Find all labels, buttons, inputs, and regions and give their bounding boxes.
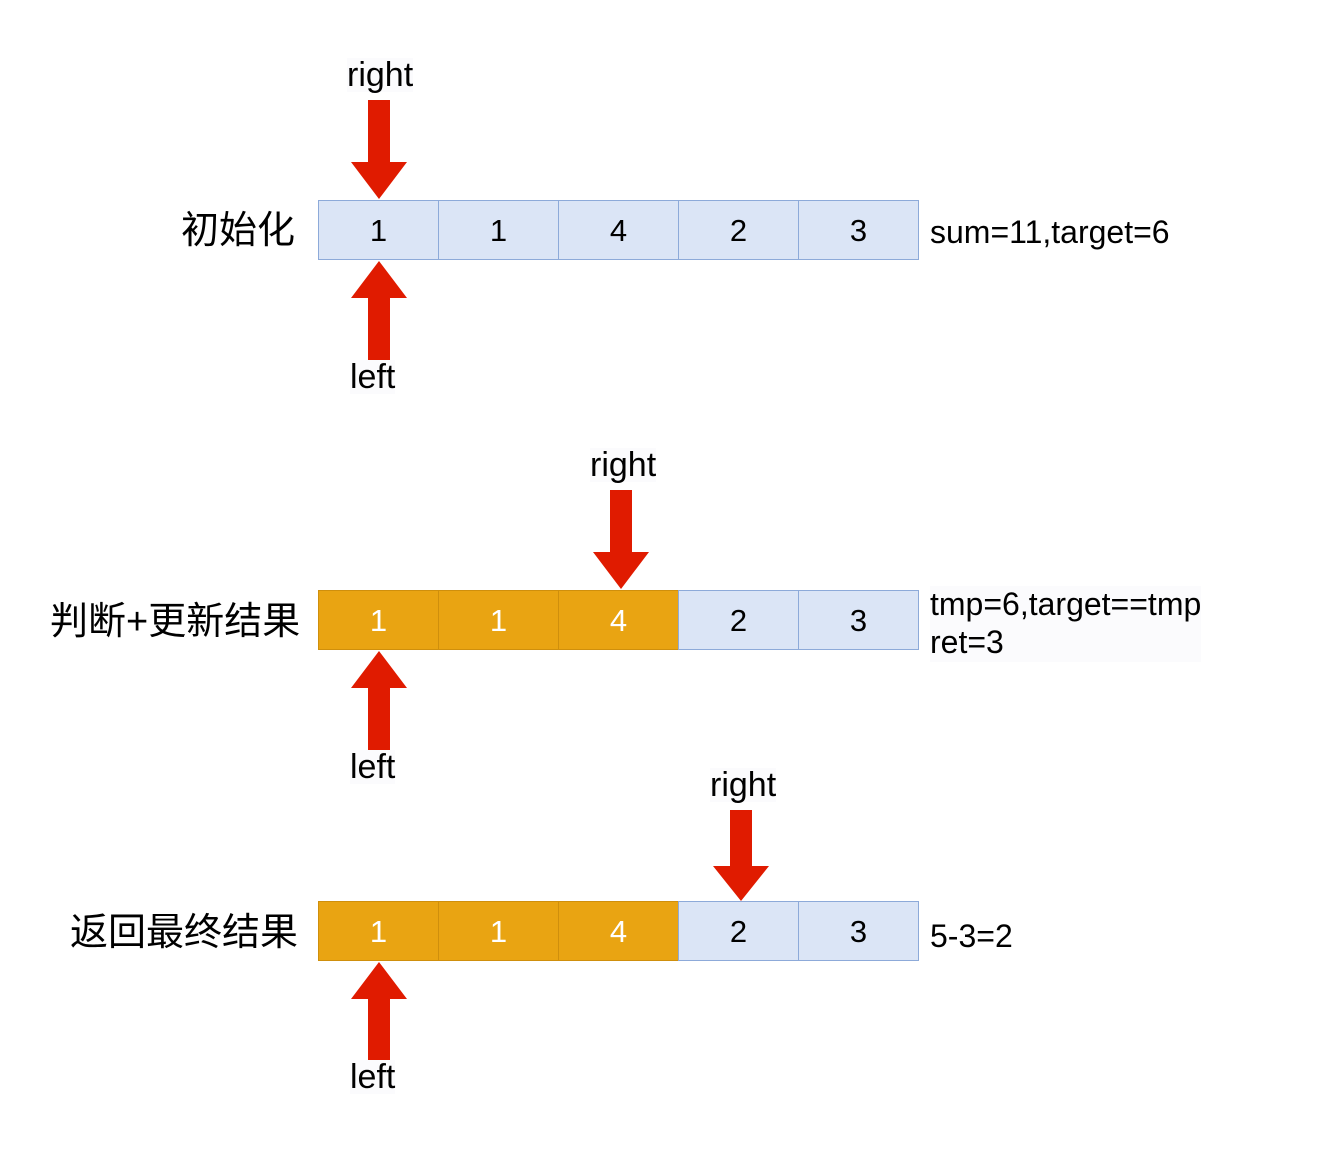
array-cell: 1 — [438, 200, 559, 260]
right-pointer-arrow-judge-update — [592, 490, 650, 590]
array-cell: 4 — [558, 590, 679, 650]
array-cell: 2 — [678, 200, 799, 260]
array-cell: 3 — [798, 901, 919, 961]
left-pointer-label-init: left — [350, 358, 396, 396]
array-cell: 3 — [798, 200, 919, 260]
left-pointer-arrow-judge-update — [350, 650, 408, 750]
note-init: sum=11,target=6 — [930, 214, 1170, 250]
note-final-result: 5-3=2 — [930, 918, 1013, 954]
array-final-result: 1 1 4 2 3 — [318, 901, 919, 961]
array-cell: 2 — [678, 590, 799, 650]
left-pointer-label-final-result: left — [350, 1058, 396, 1096]
right-pointer-arrow-init — [350, 100, 408, 200]
array-cell: 1 — [438, 590, 559, 650]
array-cell: 1 — [318, 200, 439, 260]
row-label-final-result: 返回最终结果 — [70, 912, 299, 954]
row-label-judge-update: 判断+更新结果 — [50, 601, 301, 643]
array-cell: 4 — [558, 200, 679, 260]
left-pointer-arrow-final-result — [350, 961, 408, 1061]
left-pointer-arrow-init — [350, 260, 408, 360]
row-label-init: 初始化 — [180, 210, 295, 252]
left-pointer-label-judge-update: left — [350, 748, 396, 786]
array-cell: 2 — [678, 901, 799, 961]
array-cell: 1 — [318, 901, 439, 961]
note-judge-update: tmp=6,target==tmp ret=3 — [930, 586, 1202, 662]
array-init: 1 1 4 2 3 — [318, 200, 919, 260]
array-judge-update: 1 1 4 2 3 — [318, 590, 919, 650]
right-pointer-label-final-result: right — [710, 766, 777, 804]
right-pointer-arrow-final-result — [712, 810, 770, 902]
array-cell: 4 — [558, 901, 679, 961]
diagram-canvas: 初始化 right 1 1 4 2 3 left sum=11,target=6… — [0, 0, 1332, 1151]
array-cell: 1 — [318, 590, 439, 650]
right-pointer-label-init: right — [347, 56, 414, 94]
right-pointer-label-judge-update: right — [590, 446, 657, 484]
array-cell: 1 — [438, 901, 559, 961]
array-cell: 3 — [798, 590, 919, 650]
